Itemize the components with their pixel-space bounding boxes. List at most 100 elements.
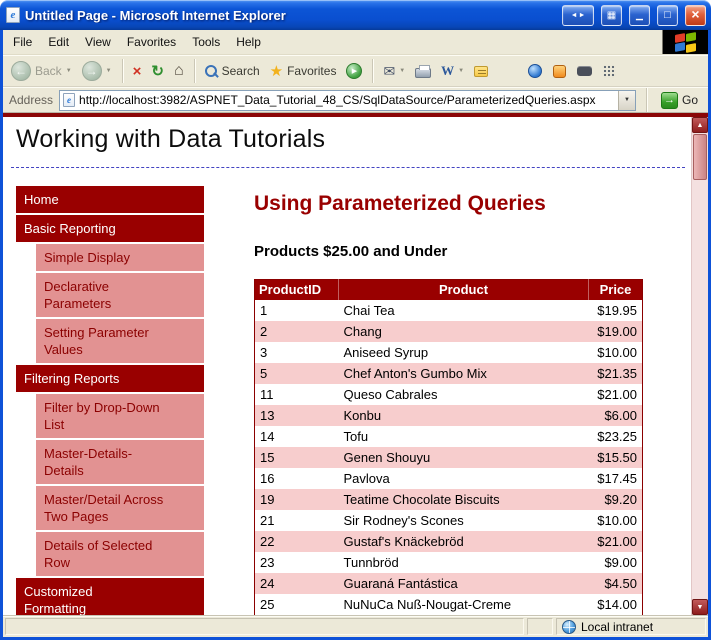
table-row: 31Gorgonzola Telino$12.50 bbox=[255, 615, 643, 616]
minimize-icon: ▁ bbox=[636, 10, 643, 21]
menu-file[interactable]: File bbox=[5, 31, 40, 53]
back-icon: ← bbox=[11, 61, 31, 81]
mail-icon: ✉ bbox=[383, 63, 395, 80]
search-label: Search bbox=[222, 64, 260, 78]
stop-button[interactable]: × bbox=[129, 60, 146, 83]
status-progress-pane bbox=[527, 618, 553, 635]
cell-productid: 21 bbox=[255, 510, 339, 531]
titlebar-addon-grid-button[interactable]: ▦ bbox=[601, 5, 622, 26]
mail-dropdown-icon[interactable]: ▼ bbox=[399, 68, 405, 74]
cell-price: $19.00 bbox=[589, 321, 643, 342]
cell-price: $9.00 bbox=[589, 552, 643, 573]
forward-button[interactable]: → ▼ bbox=[78, 58, 116, 84]
sidebar-item-master-details-details[interactable]: Master-Details- Details bbox=[36, 440, 204, 484]
sidebar-item-setting-parameter-values[interactable]: Setting Parameter Values bbox=[36, 319, 204, 363]
search-button[interactable]: Search bbox=[201, 61, 264, 81]
minimize-button[interactable]: ▁ bbox=[629, 5, 650, 26]
sidebar-item-filter-by-drop-down-list[interactable]: Filter by Drop-Down List bbox=[36, 394, 204, 438]
windows-flag-icon bbox=[674, 33, 697, 52]
products-grid: ProductID Product Price 1Chai Tea$19.95 … bbox=[254, 279, 643, 615]
status-bar: Local intranet bbox=[3, 615, 708, 637]
cell-product: Sir Rodney's Scones bbox=[339, 510, 589, 531]
mail-button[interactable]: ✉ ▼ bbox=[379, 60, 409, 83]
messenger-icon[interactable] bbox=[528, 64, 542, 78]
menu-view[interactable]: View bbox=[77, 31, 119, 53]
page-content: Working with Data Tutorials Home Basic R… bbox=[3, 117, 691, 615]
scroll-down-button[interactable]: ▼ bbox=[692, 599, 708, 615]
address-dropdown-button[interactable]: ▼ bbox=[618, 91, 635, 110]
scrollbar-thumb[interactable] bbox=[693, 134, 707, 180]
menu-bar: File Edit View Favorites Tools Help bbox=[3, 30, 708, 55]
table-row: 3Aniseed Syrup$10.00 bbox=[255, 342, 643, 363]
table-row: 13Konbu$6.00 bbox=[255, 405, 643, 426]
stop-icon: × bbox=[133, 63, 142, 80]
sidebar-item-filtering-reports[interactable]: Filtering Reports bbox=[16, 365, 204, 392]
menu-favorites[interactable]: Favorites bbox=[119, 31, 184, 53]
cell-price: $17.45 bbox=[589, 468, 643, 489]
cell-product: Chef Anton's Gumbo Mix bbox=[339, 363, 589, 384]
grid-icon: ▦ bbox=[607, 10, 616, 21]
cell-product: Aniseed Syrup bbox=[339, 342, 589, 363]
media-button[interactable]: ▶ bbox=[342, 60, 366, 82]
home-icon: ⌂ bbox=[174, 62, 184, 80]
sidebar-item-simple-display[interactable]: Simple Display bbox=[36, 244, 204, 271]
sidebar-item-declarative-parameters[interactable]: Declarative Parameters bbox=[36, 273, 204, 317]
close-icon: × bbox=[691, 6, 699, 22]
sidebar-item-details-of-selected-row[interactable]: Details of Selected Row bbox=[36, 532, 204, 576]
maximize-button[interactable]: □ bbox=[657, 5, 678, 26]
toolbar-separator bbox=[372, 59, 373, 83]
home-button[interactable]: ⌂ bbox=[170, 59, 188, 83]
back-dropdown-icon[interactable]: ▼ bbox=[66, 68, 72, 74]
print-icon bbox=[415, 68, 431, 78]
windows-logo-badge bbox=[662, 30, 708, 54]
table-row: 19Teatime Chocolate Biscuits$9.20 bbox=[255, 489, 643, 510]
forward-dropdown-icon[interactable]: ▼ bbox=[106, 68, 112, 74]
cell-productid: 5 bbox=[255, 363, 339, 384]
scroll-up-button[interactable]: ▲ bbox=[692, 117, 708, 133]
toolbar-separator bbox=[122, 59, 123, 83]
orange-tool-icon[interactable] bbox=[553, 65, 566, 78]
sidebar-item-home[interactable]: Home bbox=[16, 186, 204, 213]
page-favicon: e bbox=[63, 93, 75, 107]
close-button[interactable]: × bbox=[685, 5, 706, 26]
quick-links-grid-icon[interactable] bbox=[603, 65, 616, 78]
cell-productid: 24 bbox=[255, 573, 339, 594]
table-header-row: ProductID Product Price bbox=[255, 280, 643, 300]
menu-help[interactable]: Help bbox=[228, 31, 269, 53]
cell-product: Tofu bbox=[339, 426, 589, 447]
title-bar[interactable]: e Untitled Page - Microsoft Internet Exp… bbox=[0, 0, 711, 30]
cell-productid: 11 bbox=[255, 384, 339, 405]
vertical-scrollbar[interactable]: ▲ ▼ bbox=[691, 117, 708, 615]
go-button[interactable]: → Go bbox=[657, 90, 702, 111]
sidebar-item-customized-formatting[interactable]: Customized Formatting bbox=[16, 578, 204, 615]
binoculars-icon[interactable] bbox=[577, 66, 592, 76]
cell-productid: 2 bbox=[255, 321, 339, 342]
cell-price: $12.50 bbox=[589, 615, 643, 616]
address-label: Address bbox=[9, 93, 53, 107]
page-title: Using Parameterized Queries bbox=[254, 192, 643, 216]
cell-productid: 23 bbox=[255, 552, 339, 573]
sidebar-item-master-detail-across-two-pages[interactable]: Master/Detail Across Two Pages bbox=[36, 486, 204, 530]
edit-dropdown-icon[interactable]: ▼ bbox=[458, 68, 464, 74]
discuss-icon bbox=[474, 66, 488, 77]
cell-price: $23.25 bbox=[589, 426, 643, 447]
print-button[interactable] bbox=[411, 61, 435, 81]
cell-productid: 14 bbox=[255, 426, 339, 447]
cell-productid: 22 bbox=[255, 531, 339, 552]
cell-product: Chang bbox=[339, 321, 589, 342]
favorites-button[interactable]: ★ Favorites bbox=[266, 59, 341, 83]
cell-product: Gustaf's Knäckebröd bbox=[339, 531, 589, 552]
address-input[interactable] bbox=[79, 93, 614, 107]
back-button[interactable]: ← Back ▼ bbox=[7, 58, 76, 84]
menu-edit[interactable]: Edit bbox=[40, 31, 77, 53]
edit-with-word-button[interactable]: W ▼ bbox=[437, 60, 468, 82]
titlebar-addon-arrows-button[interactable]: ◄ ► bbox=[562, 5, 594, 26]
cell-product: Chai Tea bbox=[339, 300, 589, 321]
cell-price: $6.00 bbox=[589, 405, 643, 426]
toolbar-extra-group bbox=[528, 64, 616, 78]
sidebar-item-basic-reporting[interactable]: Basic Reporting bbox=[16, 215, 204, 242]
go-arrow-icon: → bbox=[661, 92, 678, 109]
refresh-button[interactable]: ↻ bbox=[147, 59, 168, 83]
menu-tools[interactable]: Tools bbox=[184, 31, 228, 53]
discuss-button[interactable] bbox=[470, 63, 492, 80]
